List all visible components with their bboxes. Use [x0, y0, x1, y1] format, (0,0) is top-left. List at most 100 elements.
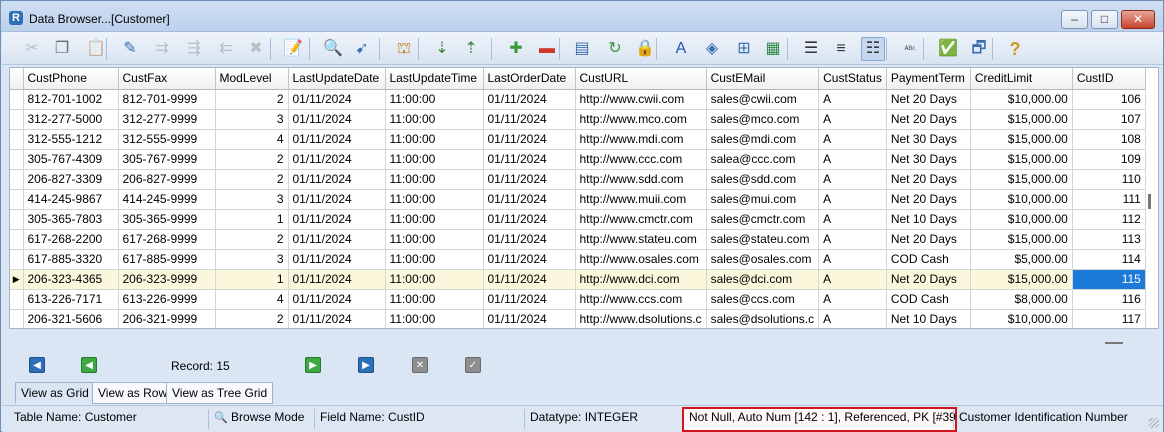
cell-custid[interactable]: 111 [1072, 189, 1146, 210]
filter-add-icon[interactable]: ✚ [504, 37, 528, 61]
sort-asc-icon[interactable]: ⇣ [430, 37, 454, 61]
cell-modlevel[interactable]: 2 [215, 89, 289, 110]
column-header-custurl[interactable]: CustURL [575, 68, 707, 90]
cell-lastorderdate[interactable]: 01/11/2024 [483, 249, 576, 270]
cell-custfax[interactable]: 312-277-9999 [118, 109, 216, 130]
view-tree-icon[interactable]: 🗗 [967, 37, 991, 61]
cell-lastorderdate[interactable]: 01/11/2024 [483, 129, 576, 150]
cell-modlevel[interactable]: 1 [215, 269, 289, 290]
cell-custid[interactable]: 112 [1072, 209, 1146, 230]
grid-lines-icon[interactable]: ▦ [761, 37, 785, 61]
row-indicator[interactable] [10, 209, 24, 230]
cell-modlevel[interactable]: 3 [215, 189, 289, 210]
cell-lastupdatedate[interactable]: 01/11/2024 [288, 109, 386, 130]
cell-custfax[interactable]: 312-555-9999 [118, 129, 216, 150]
cell-lastupdatedate[interactable]: 01/11/2024 [288, 169, 386, 190]
cell-paymentterm[interactable]: Net 10 Days [886, 209, 971, 230]
cell-lastorderdate[interactable]: 01/11/2024 [483, 309, 576, 328]
table-row[interactable]: ▶ 206-323-4365 206-323-9999 1 01/11/2024 11:0… [10, 269, 1146, 290]
cell-custurl[interactable]: http://www.sdd.com [575, 169, 707, 190]
cell-custurl[interactable]: http://www.ccc.com [575, 149, 707, 170]
row-indicator[interactable] [10, 289, 24, 310]
cell-custurl[interactable]: http://www.muii.com [575, 189, 707, 210]
resize-grip[interactable] [1149, 418, 1159, 428]
cell-custemail[interactable]: sales@mco.com [706, 109, 820, 130]
first-record-button[interactable]: ◀ [29, 357, 45, 373]
cell-paymentterm[interactable]: Net 20 Days [886, 269, 971, 290]
table-row[interactable]: 617-885-3320 617-885-9999 3 01/11/2024 11:00… [10, 249, 1146, 270]
goto-icon[interactable]: ⛫ [392, 37, 416, 61]
cell-paymentterm[interactable]: Net 10 Days [886, 309, 971, 328]
cell-lastorderdate[interactable]: 01/11/2024 [483, 209, 576, 230]
cell-custid[interactable]: 116 [1072, 289, 1146, 310]
cell-custid[interactable]: 117 [1072, 309, 1146, 328]
vertical-scrollbar-thumb[interactable] [1148, 194, 1151, 209]
row-indicator[interactable] [10, 129, 24, 150]
cell-lastupdatetime[interactable]: 11:00:00 [385, 289, 484, 310]
table-row[interactable]: 617-268-2200 617-268-9999 2 01/11/2024 11:00… [10, 229, 1146, 250]
cell-lastupdatedate[interactable]: 01/11/2024 [288, 89, 386, 110]
cell-creditlimit[interactable]: $10,000.00 [970, 189, 1073, 210]
column-header-custid[interactable]: CustID [1072, 68, 1146, 90]
copy-icon[interactable]: ❐ [50, 37, 74, 61]
find-icon[interactable]: 🔍 [321, 37, 345, 61]
insert-row-icon[interactable]: ⇉ [150, 37, 174, 61]
cell-creditlimit[interactable]: $5,000.00 [970, 249, 1073, 270]
table-row[interactable]: 613-226-7171 613-226-9999 4 01/11/2024 11:00… [10, 289, 1146, 310]
cell-custemail[interactable]: sales@osales.com [706, 249, 820, 270]
refresh-icon[interactable]: ↻ [603, 37, 627, 61]
cell-custfax[interactable]: 613-226-9999 [118, 289, 216, 310]
column-header-lastorderdate[interactable]: LastOrderDate [483, 68, 576, 90]
cell-lastorderdate[interactable]: 01/11/2024 [483, 89, 576, 110]
column-header-custfax[interactable]: CustFax [118, 68, 216, 90]
cell-custurl[interactable]: http://www.osales.com [575, 249, 707, 270]
cell-custstatus[interactable]: A [818, 289, 887, 310]
row-indicator[interactable] [10, 109, 24, 130]
row-indicator[interactable] [10, 149, 24, 170]
next-record-button[interactable]: ▶ [305, 357, 321, 373]
cell-custphone[interactable]: 812-701-1002 [23, 89, 119, 110]
cell-custurl[interactable]: http://www.cwii.com [575, 89, 707, 110]
column-header-custstatus[interactable]: CustStatus [818, 68, 887, 90]
cell-paymentterm[interactable]: Net 20 Days [886, 169, 971, 190]
cell-custfax[interactable]: 414-245-9999 [118, 189, 216, 210]
append-row-icon[interactable]: ⇶ [182, 37, 206, 61]
cell-lastupdatedate[interactable]: 01/11/2024 [288, 229, 386, 250]
row-indicator[interactable] [10, 309, 24, 328]
cell-custphone[interactable]: 312-277-5000 [23, 109, 119, 130]
cell-custemail[interactable]: sales@stateu.com [706, 229, 820, 250]
cell-lastupdatetime[interactable]: 11:00:00 [385, 89, 484, 110]
cell-lastupdatetime[interactable]: 11:00:00 [385, 189, 484, 210]
font-icon[interactable]: A [669, 37, 693, 61]
cell-lastupdatetime[interactable]: 11:00:00 [385, 129, 484, 150]
cell-custurl[interactable]: http://www.mco.com [575, 109, 707, 130]
cell-lastupdatedate[interactable]: 01/11/2024 [288, 149, 386, 170]
lock-icon[interactable]: 🔒 [633, 37, 657, 61]
cell-custfax[interactable]: 206-827-9999 [118, 169, 216, 190]
spell-check-icon[interactable]: ᴬᴮᶜ [898, 37, 922, 61]
cell-custid[interactable]: 113 [1072, 229, 1146, 250]
table-row[interactable]: 206-321-5606 206-321-9999 2 01/11/2024 11:00… [10, 309, 1146, 328]
cell-custid[interactable]: 106 [1072, 89, 1146, 110]
column-header-paymentterm[interactable]: PaymentTerm [886, 68, 971, 90]
cancel-edit-button[interactable]: ✕ [412, 357, 428, 373]
cell-custstatus[interactable]: A [818, 249, 887, 270]
column-header-custphone[interactable]: CustPhone [23, 68, 119, 90]
column-header-modlevel[interactable]: ModLevel [215, 68, 289, 90]
cell-custphone[interactable]: 206-323-4365 [23, 269, 119, 290]
align-justify-icon[interactable]: ☷ [861, 37, 885, 61]
cell-custfax[interactable]: 206-321-9999 [118, 309, 216, 328]
cell-creditlimit[interactable]: $15,000.00 [970, 269, 1073, 290]
column-header-creditlimit[interactable]: CreditLimit [970, 68, 1073, 90]
cell-creditlimit[interactable]: $10,000.00 [970, 309, 1073, 328]
cell-creditlimit[interactable]: $15,000.00 [970, 229, 1073, 250]
cell-custid[interactable]: 109 [1072, 149, 1146, 170]
cell-lastupdatetime[interactable]: 11:00:00 [385, 169, 484, 190]
insert-before-icon[interactable]: ⇇ [214, 37, 238, 61]
cell-creditlimit[interactable]: $10,000.00 [970, 89, 1073, 110]
cell-creditlimit[interactable]: $8,000.00 [970, 289, 1073, 310]
cell-lastorderdate[interactable]: 01/11/2024 [483, 109, 576, 130]
cell-lastorderdate[interactable]: 01/11/2024 [483, 149, 576, 170]
cell-modlevel[interactable]: 4 [215, 289, 289, 310]
cell-custemail[interactable]: sales@cmctr.com [706, 209, 820, 230]
